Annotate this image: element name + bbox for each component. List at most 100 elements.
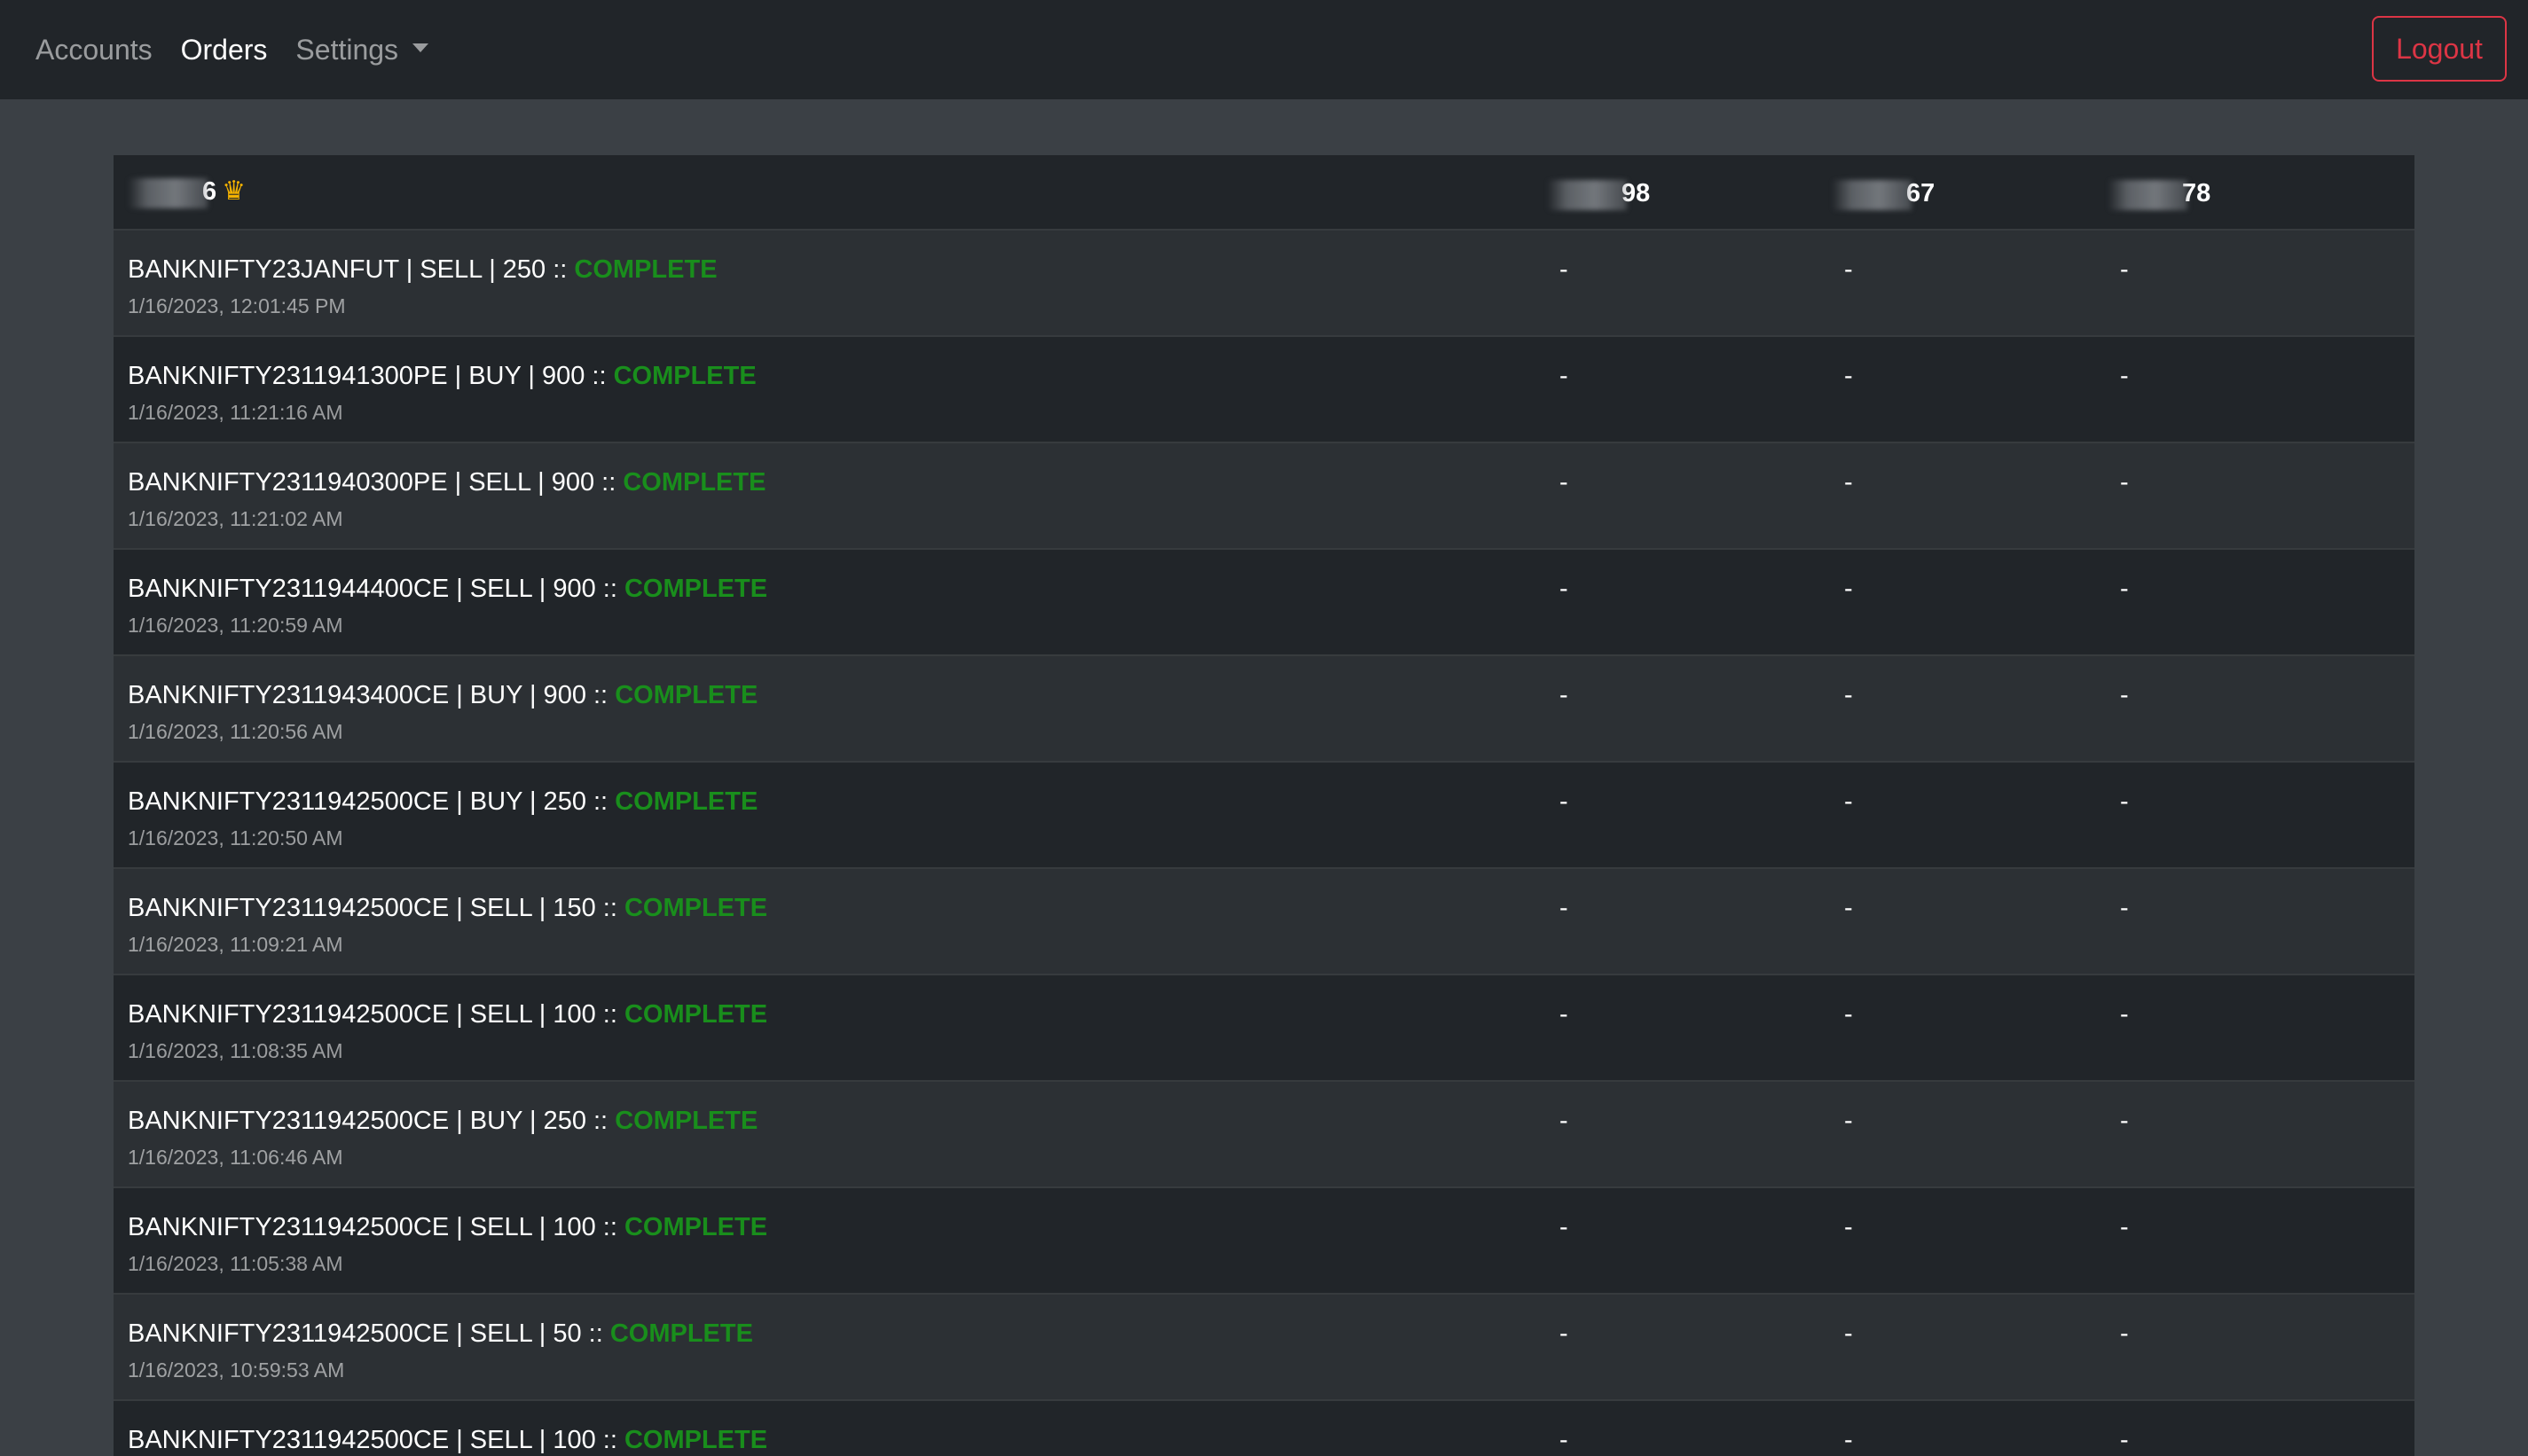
account-2-value: -	[1844, 1319, 1853, 1348]
order-summary: BANKNIFTY2311942500CE | SELL | 150 :: CO…	[128, 892, 1533, 924]
account-2-cell: -	[1817, 868, 2093, 975]
order-title: BANKNIFTY2311943400CE | BUY | 900 ::	[128, 681, 616, 709]
order-timestamp: 1/16/2023, 11:20:56 AM	[128, 720, 343, 743]
account-1-value: -	[1559, 1000, 1568, 1029]
account-3-cell: -	[2093, 1400, 2414, 1456]
orders-table-container: 6 ♛ 98 67 78 BANKNIFTY23JANFUT | SELL | 2…	[114, 155, 2414, 1456]
account-3-value: -	[2120, 1319, 2129, 1348]
order-timestamp: 1/16/2023, 11:06:46 AM	[128, 1146, 343, 1169]
account-1-value: -	[1559, 468, 1568, 497]
order-timestamp: 1/16/2023, 11:08:35 AM	[128, 1039, 343, 1062]
account-3-value: -	[2120, 255, 2129, 284]
order-summary: BANKNIFTY23JANFUT | SELL | 250 :: COMPLE…	[128, 254, 1533, 286]
table-row: BANKNIFTY2311942500CE | BUY | 250 :: COM…	[114, 1081, 2414, 1187]
account-3-cell: -	[2093, 1187, 2414, 1294]
order-title: BANKNIFTY2311944400CE | SELL | 900 ::	[128, 575, 624, 603]
account-1-cell: -	[1533, 230, 1817, 336]
order-status: COMPLETE	[624, 575, 768, 603]
order-timestamp: 1/16/2023, 11:21:16 AM	[128, 401, 343, 424]
account-2-value: -	[1844, 468, 1853, 497]
order-timestamp: 1/16/2023, 11:09:21 AM	[128, 933, 343, 956]
account-2-cell: -	[1817, 1187, 2093, 1294]
order-status: COMPLETE	[615, 787, 758, 816]
account-3-cell: -	[2093, 230, 2414, 336]
account-3-value: -	[2120, 787, 2129, 816]
account-1-cell: -	[1533, 762, 1817, 868]
account-2-value: -	[1844, 575, 1853, 603]
order-status: COMPLETE	[624, 1000, 768, 1029]
order-timestamp: 1/16/2023, 11:21:02 AM	[128, 507, 343, 530]
table-row: BANKNIFTY2311942500CE | SELL | 50 :: COM…	[114, 1294, 2414, 1400]
order-title: BANKNIFTY2311940300PE | SELL | 900 ::	[128, 468, 624, 497]
order-summary: BANKNIFTY2311940300PE | SELL | 900 :: CO…	[128, 466, 1533, 498]
logout-button[interactable]: Logout	[2372, 16, 2507, 82]
account-3-value: -	[2120, 894, 2129, 922]
order-summary: BANKNIFTY2311941300PE | BUY | 900 :: COM…	[128, 360, 1533, 392]
order-timestamp: 1/16/2023, 10:59:53 AM	[128, 1358, 345, 1382]
order-cell: BANKNIFTY2311942500CE | BUY | 250 :: COM…	[114, 1081, 1533, 1187]
order-cell: BANKNIFTY2311940300PE | SELL | 900 :: CO…	[114, 442, 1533, 549]
account-2-value: -	[1844, 681, 1853, 709]
nav-dropdown-settings[interactable]: Settings	[295, 34, 429, 67]
account-2-cell: -	[1817, 1294, 2093, 1400]
nav-link-accounts[interactable]: Accounts	[35, 34, 153, 67]
account-1-value: -	[1559, 681, 1568, 709]
order-title: BANKNIFTY2311941300PE | BUY | 900 ::	[128, 362, 614, 390]
account-3-value: -	[2120, 468, 2129, 497]
table-row: BANKNIFTY2311940300PE | SELL | 900 :: CO…	[114, 442, 2414, 549]
table-row: BANKNIFTY2311944400CE | SELL | 900 :: CO…	[114, 549, 2414, 655]
order-status: COMPLETE	[609, 1319, 753, 1348]
nav-link-orders[interactable]: Orders	[181, 34, 268, 67]
order-cell: BANKNIFTY2311942500CE | BUY | 250 :: COM…	[114, 762, 1533, 868]
order-title: BANKNIFTY2311942500CE | SELL | 50 ::	[128, 1319, 610, 1348]
account-1-value: -	[1559, 362, 1568, 390]
order-status: COMPLETE	[623, 468, 766, 497]
order-summary: BANKNIFTY2311942500CE | SELL | 100 :: CO…	[128, 1211, 1533, 1243]
account-2-cell: -	[1817, 336, 2093, 442]
account-3-cell: -	[2093, 975, 2414, 1081]
account-3-value: -	[2120, 1213, 2129, 1241]
account-1-cell: -	[1533, 549, 1817, 655]
order-cell: BANKNIFTY2311943400CE | BUY | 900 :: COM…	[114, 655, 1533, 762]
order-summary: BANKNIFTY2311943400CE | BUY | 900 :: COM…	[128, 679, 1533, 711]
order-summary: BANKNIFTY2311942500CE | SELL | 100 :: CO…	[128, 1424, 1533, 1456]
account-3-cell: -	[2093, 1081, 2414, 1187]
table-row: BANKNIFTY2311942500CE | BUY | 250 :: COM…	[114, 762, 2414, 868]
account-2-cell: -	[1817, 762, 2093, 868]
redacted-blur	[128, 177, 208, 208]
order-status: COMPLETE	[624, 1426, 768, 1454]
account-2-value: -	[1844, 1107, 1853, 1135]
account-3-cell: -	[2093, 868, 2414, 975]
account-3-cell: -	[2093, 762, 2414, 868]
order-cell: BANKNIFTY2311941300PE | BUY | 900 :: COM…	[114, 336, 1533, 442]
account-1-cell: -	[1533, 975, 1817, 1081]
table-header-row: 6 ♛ 98 67 78	[114, 155, 2414, 231]
order-cell: BANKNIFTY23JANFUT | SELL | 250 :: COMPLE…	[114, 230, 1533, 336]
table-row: BANKNIFTY2311942500CE | SELL | 150 :: CO…	[114, 868, 2414, 975]
header-account-3: 78	[2093, 155, 2414, 231]
account-2-value: -	[1844, 787, 1853, 816]
account-3-value: -	[2120, 1000, 2129, 1029]
account-3-value: -	[2120, 575, 2129, 603]
orders-table: 6 ♛ 98 67 78 BANKNIFTY23JANFUT | SELL | 2…	[114, 155, 2414, 1456]
order-cell: BANKNIFTY2311942500CE | SELL | 100 :: CO…	[114, 1400, 1533, 1456]
order-title: BANKNIFTY23JANFUT | SELL | 250 ::	[128, 255, 575, 284]
order-timestamp: 1/16/2023, 11:20:59 AM	[128, 614, 343, 637]
order-timestamp: 1/16/2023, 11:05:38 AM	[128, 1252, 343, 1275]
order-summary: BANKNIFTY2311942500CE | BUY | 250 :: COM…	[128, 1105, 1533, 1137]
order-summary: BANKNIFTY2311942500CE | SELL | 100 :: CO…	[128, 998, 1533, 1030]
order-cell: BANKNIFTY2311942500CE | SELL | 100 :: CO…	[114, 975, 1533, 1081]
order-cell: BANKNIFTY2311944400CE | SELL | 900 :: CO…	[114, 549, 1533, 655]
account-2-value: -	[1844, 255, 1853, 284]
account-1-cell: -	[1533, 1400, 1817, 1456]
table-row: BANKNIFTY2311942500CE | SELL | 100 :: CO…	[114, 975, 2414, 1081]
account-3-value: -	[2120, 1107, 2129, 1135]
account-1-value: -	[1559, 1107, 1568, 1135]
table-row: BANKNIFTY2311942500CE | SELL | 100 :: CO…	[114, 1400, 2414, 1456]
redacted-blur	[1547, 179, 1627, 210]
redacted-blur	[1832, 179, 1912, 210]
header-main-account: 6 ♛	[114, 155, 1533, 231]
account-3-cell: -	[2093, 1294, 2414, 1400]
header-account-1: 98	[1533, 155, 1817, 231]
table-row: BANKNIFTY2311941300PE | BUY | 900 :: COM…	[114, 336, 2414, 442]
